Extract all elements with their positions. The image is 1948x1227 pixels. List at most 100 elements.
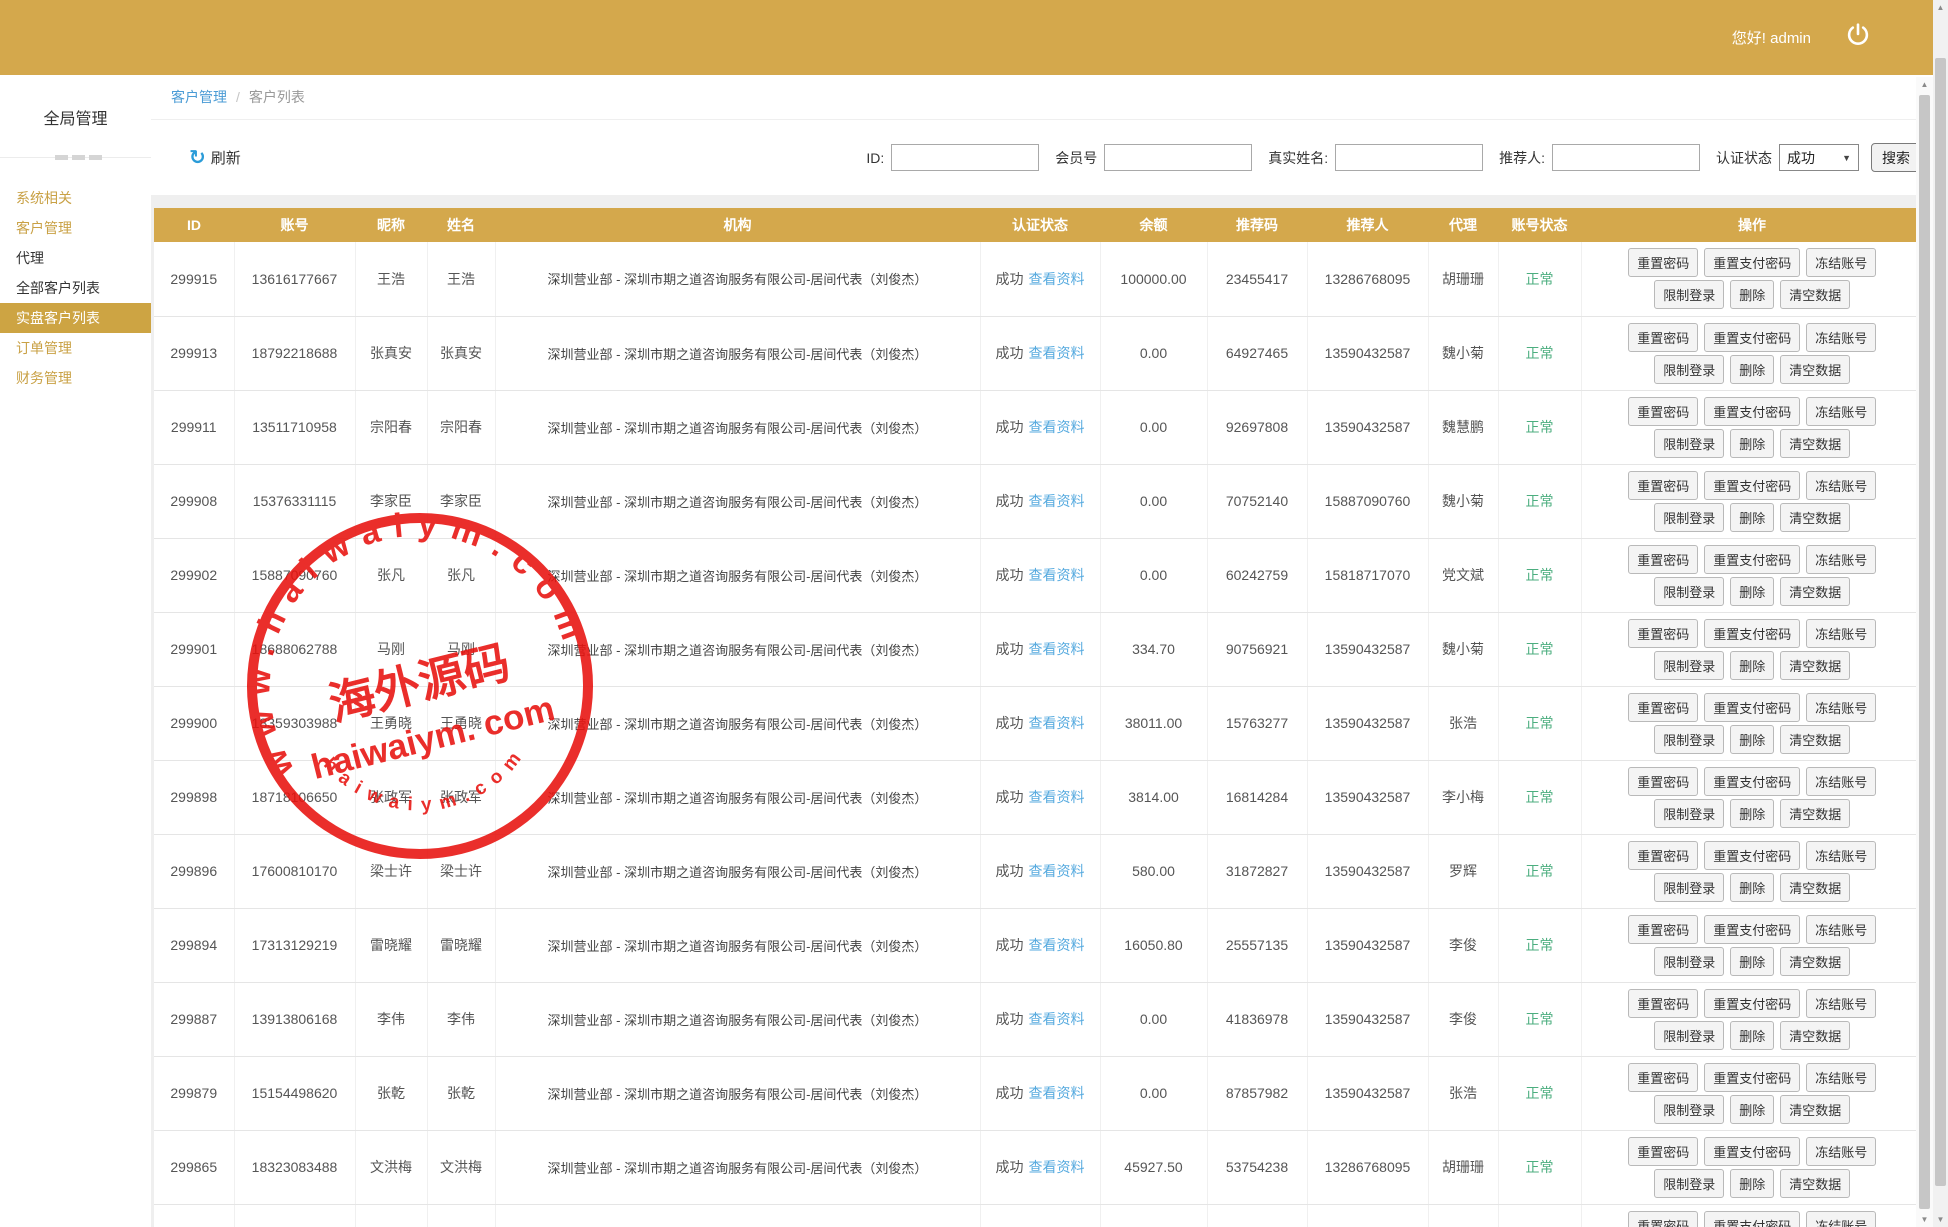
clear-data-button[interactable]: 清空数据 <box>1780 577 1850 606</box>
reset-password-button[interactable]: 重置密码 <box>1628 248 1698 277</box>
restrict-login-button[interactable]: 限制登录 <box>1654 429 1724 458</box>
reset-password-button[interactable]: 重置密码 <box>1628 323 1698 352</box>
reset-pay-password-button[interactable]: 重置支付密码 <box>1704 471 1800 500</box>
freeze-account-button[interactable]: 冻结账号 <box>1806 767 1876 796</box>
view-profile-link[interactable]: 查看资料 <box>1029 493 1085 509</box>
clear-data-button[interactable]: 清空数据 <box>1780 1021 1850 1050</box>
clear-data-button[interactable]: 清空数据 <box>1780 651 1850 680</box>
refresh-button[interactable]: ↻ 刷新 <box>189 147 241 168</box>
reset-pay-password-button[interactable]: 重置支付密码 <box>1704 323 1800 352</box>
freeze-account-button[interactable]: 冻结账号 <box>1806 619 1876 648</box>
freeze-account-button[interactable]: 冻结账号 <box>1806 1063 1876 1092</box>
reset-password-button[interactable]: 重置密码 <box>1628 619 1698 648</box>
restrict-login-button[interactable]: 限制登录 <box>1654 947 1724 976</box>
scroll-up-icon[interactable]: ▲ <box>1916 77 1933 92</box>
view-profile-link[interactable]: 查看资料 <box>1029 715 1085 731</box>
logout-button[interactable] <box>1845 22 1871 53</box>
clear-data-button[interactable]: 清空数据 <box>1780 1169 1850 1198</box>
restrict-login-button[interactable]: 限制登录 <box>1654 799 1724 828</box>
reset-password-button[interactable]: 重置密码 <box>1628 397 1698 426</box>
clear-data-button[interactable]: 清空数据 <box>1780 725 1850 754</box>
freeze-account-button[interactable]: 冻结账号 <box>1806 1211 1876 1227</box>
id-filter-input[interactable] <box>891 144 1039 171</box>
reset-pay-password-button[interactable]: 重置支付密码 <box>1704 989 1800 1018</box>
delete-button[interactable]: 删除 <box>1730 947 1774 976</box>
reset-pay-password-button[interactable]: 重置支付密码 <box>1704 1137 1800 1166</box>
delete-button[interactable]: 删除 <box>1730 577 1774 606</box>
page-scrollbar-thumb[interactable] <box>1935 58 1946 1186</box>
reset-pay-password-button[interactable]: 重置支付密码 <box>1704 767 1800 796</box>
reset-password-button[interactable]: 重置密码 <box>1628 693 1698 722</box>
delete-button[interactable]: 删除 <box>1730 1021 1774 1050</box>
restrict-login-button[interactable]: 限制登录 <box>1654 1169 1724 1198</box>
reset-pay-password-button[interactable]: 重置支付密码 <box>1704 397 1800 426</box>
clear-data-button[interactable]: 清空数据 <box>1780 355 1850 384</box>
reset-pay-password-button[interactable]: 重置支付密码 <box>1704 693 1800 722</box>
restrict-login-button[interactable]: 限制登录 <box>1654 1021 1724 1050</box>
reset-password-button[interactable]: 重置密码 <box>1628 989 1698 1018</box>
delete-button[interactable]: 删除 <box>1730 429 1774 458</box>
breadcrumb-parent-link[interactable]: 客户管理 <box>171 87 227 107</box>
reset-password-button[interactable]: 重置密码 <box>1628 1137 1698 1166</box>
sidebar-item-all-customer-list[interactable]: 全部客户列表 <box>0 273 151 303</box>
delete-button[interactable]: 删除 <box>1730 873 1774 902</box>
auth-status-select[interactable]: 成功 ▼ <box>1779 144 1859 171</box>
sidebar-item-finance-management[interactable]: 财务管理 <box>0 363 151 393</box>
real-name-filter-input[interactable] <box>1335 144 1483 171</box>
view-profile-link[interactable]: 查看资料 <box>1029 1159 1085 1175</box>
content-scrollbar[interactable]: ▲ ▼ <box>1916 77 1933 1227</box>
reset-password-button[interactable]: 重置密码 <box>1628 841 1698 870</box>
delete-button[interactable]: 删除 <box>1730 1169 1774 1198</box>
reset-password-button[interactable]: 重置密码 <box>1628 545 1698 574</box>
freeze-account-button[interactable]: 冻结账号 <box>1806 915 1876 944</box>
view-profile-link[interactable]: 查看资料 <box>1029 1085 1085 1101</box>
sidebar-item-real-customer-list[interactable]: 实盘客户列表 <box>0 303 151 333</box>
view-profile-link[interactable]: 查看资料 <box>1029 789 1085 805</box>
reset-password-button[interactable]: 重置密码 <box>1628 767 1698 796</box>
freeze-account-button[interactable]: 冻结账号 <box>1806 1137 1876 1166</box>
freeze-account-button[interactable]: 冻结账号 <box>1806 989 1876 1018</box>
reset-pay-password-button[interactable]: 重置支付密码 <box>1704 619 1800 648</box>
restrict-login-button[interactable]: 限制登录 <box>1654 503 1724 532</box>
reset-password-button[interactable]: 重置密码 <box>1628 1211 1698 1227</box>
reset-pay-password-button[interactable]: 重置支付密码 <box>1704 1063 1800 1092</box>
page-scroll-down-icon[interactable]: ▼ <box>1933 1212 1948 1227</box>
freeze-account-button[interactable]: 冻结账号 <box>1806 471 1876 500</box>
freeze-account-button[interactable]: 冻结账号 <box>1806 323 1876 352</box>
restrict-login-button[interactable]: 限制登录 <box>1654 355 1724 384</box>
restrict-login-button[interactable]: 限制登录 <box>1654 873 1724 902</box>
reset-pay-password-button[interactable]: 重置支付密码 <box>1704 545 1800 574</box>
freeze-account-button[interactable]: 冻结账号 <box>1806 248 1876 277</box>
view-profile-link[interactable]: 查看资料 <box>1029 567 1085 583</box>
reset-password-button[interactable]: 重置密码 <box>1628 1063 1698 1092</box>
restrict-login-button[interactable]: 限制登录 <box>1654 577 1724 606</box>
view-profile-link[interactable]: 查看资料 <box>1029 1011 1085 1027</box>
freeze-account-button[interactable]: 冻结账号 <box>1806 693 1876 722</box>
view-profile-link[interactable]: 查看资料 <box>1029 345 1085 361</box>
view-profile-link[interactable]: 查看资料 <box>1029 937 1085 953</box>
clear-data-button[interactable]: 清空数据 <box>1780 1095 1850 1124</box>
member-no-filter-input[interactable] <box>1104 144 1252 171</box>
sidebar-item-order-management[interactable]: 订单管理 <box>0 333 151 363</box>
delete-button[interactable]: 删除 <box>1730 725 1774 754</box>
sidebar-item-customer-management[interactable]: 客户管理 <box>0 213 151 243</box>
clear-data-button[interactable]: 清空数据 <box>1780 799 1850 828</box>
delete-button[interactable]: 删除 <box>1730 280 1774 309</box>
view-profile-link[interactable]: 查看资料 <box>1029 419 1085 435</box>
restrict-login-button[interactable]: 限制登录 <box>1654 725 1724 754</box>
page-scrollbar[interactable]: ▲ ▼ <box>1933 0 1948 1227</box>
view-profile-link[interactable]: 查看资料 <box>1029 641 1085 657</box>
page-scroll-up-icon[interactable]: ▲ <box>1933 0 1948 15</box>
restrict-login-button[interactable]: 限制登录 <box>1654 651 1724 680</box>
clear-data-button[interactable]: 清空数据 <box>1780 503 1850 532</box>
delete-button[interactable]: 删除 <box>1730 651 1774 680</box>
delete-button[interactable]: 删除 <box>1730 1095 1774 1124</box>
reset-pay-password-button[interactable]: 重置支付密码 <box>1704 841 1800 870</box>
freeze-account-button[interactable]: 冻结账号 <box>1806 841 1876 870</box>
referrer-filter-input[interactable] <box>1552 144 1700 171</box>
reset-pay-password-button[interactable]: 重置支付密码 <box>1704 1211 1800 1227</box>
clear-data-button[interactable]: 清空数据 <box>1780 947 1850 976</box>
clear-data-button[interactable]: 清空数据 <box>1780 429 1850 458</box>
view-profile-link[interactable]: 查看资料 <box>1029 863 1085 879</box>
search-button[interactable]: 搜索 <box>1871 143 1921 172</box>
